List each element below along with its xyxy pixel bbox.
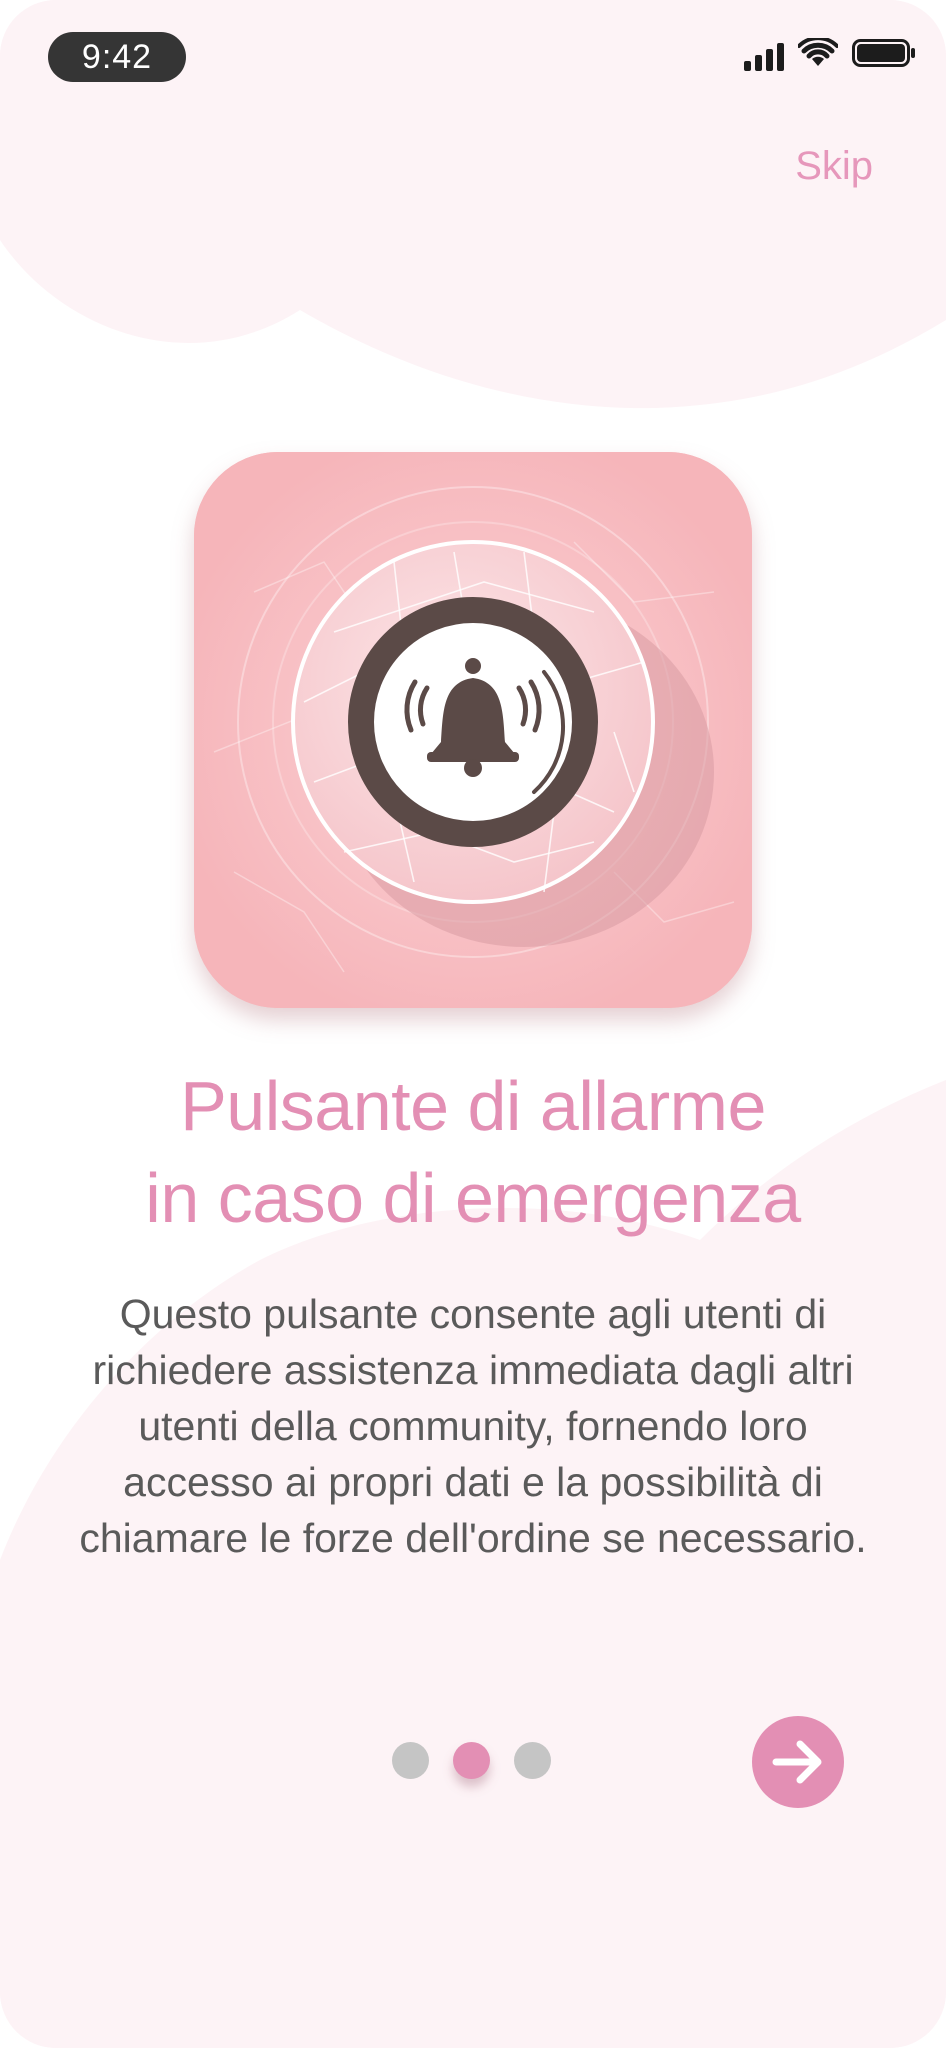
page-indicator <box>392 1742 551 1779</box>
onboarding-screen: 9:42 Skip Pulsante di allarme in caso di… <box>0 0 946 2048</box>
status-icons <box>744 36 916 73</box>
arrow-right-icon <box>772 1740 822 1784</box>
next-button[interactable] <box>752 1716 844 1808</box>
onboarding-title: Pulsante di allarme in caso di emergenza <box>0 1060 946 1244</box>
title-line-2: in caso di emergenza <box>145 1159 801 1237</box>
hero-illustration <box>194 452 752 1008</box>
battery-icon <box>852 38 916 73</box>
onboarding-description: Questo pulsante consente agli utenti di … <box>79 1291 867 1561</box>
page-dot-3[interactable] <box>514 1742 551 1779</box>
title-line-1: Pulsante di allarme <box>180 1067 766 1145</box>
alarm-bell-icon <box>404 658 542 777</box>
status-bar: 9:42 <box>0 0 946 110</box>
page-dot-1[interactable] <box>392 1742 429 1779</box>
page-dot-2-active[interactable] <box>453 1742 490 1779</box>
wifi-icon <box>797 36 839 73</box>
status-time: 9:42 <box>48 32 186 82</box>
skip-button[interactable]: Skip <box>795 144 873 189</box>
signal-icon <box>744 41 784 71</box>
